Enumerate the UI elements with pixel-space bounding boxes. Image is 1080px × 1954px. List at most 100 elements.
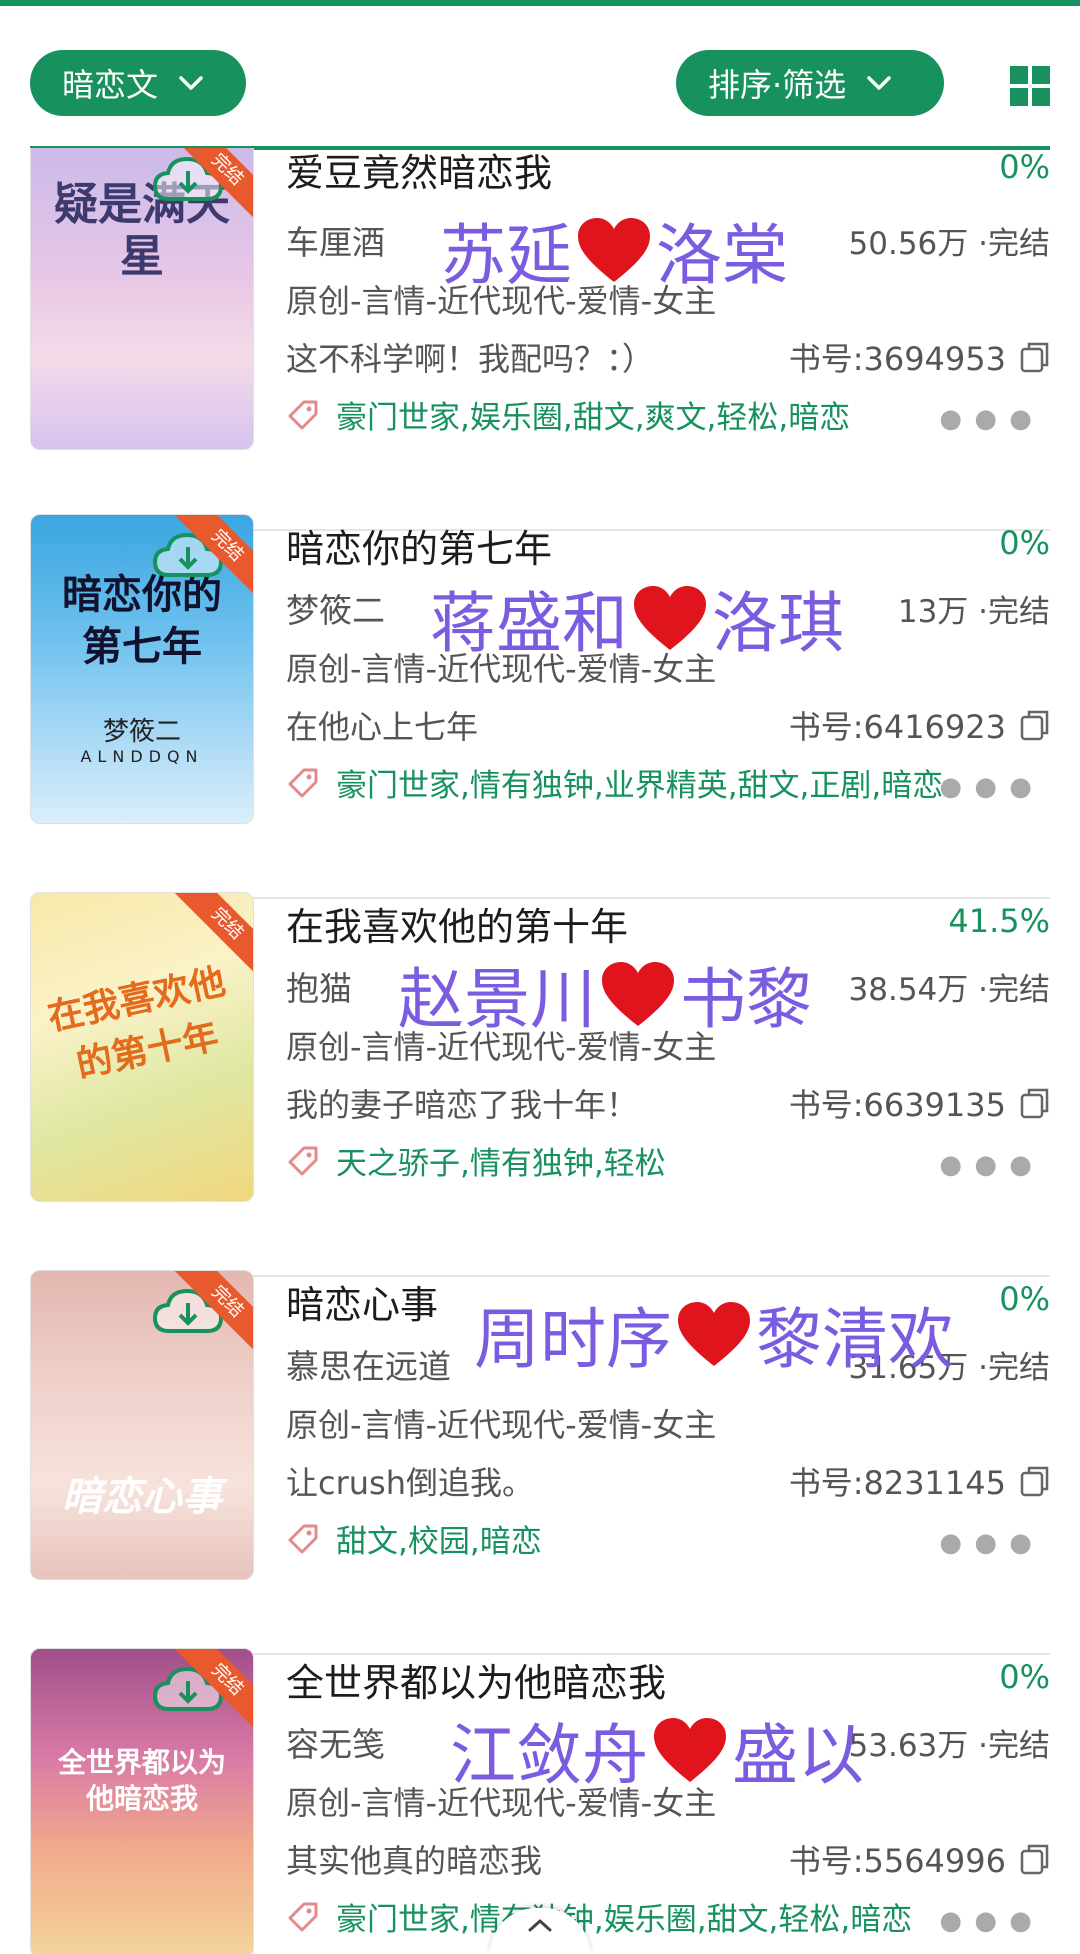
book-cover[interactable]: 暗恋心事 完结	[30, 1270, 254, 1580]
couple-overlay: 蒋盛和 洛琪	[430, 570, 844, 666]
heart-icon	[634, 586, 706, 650]
book-title[interactable]: 在我喜欢他的第十年	[286, 896, 628, 951]
book-intro: 我的妻子暗恋了我十年！	[286, 1086, 639, 1124]
copy-icon[interactable]	[1020, 1843, 1050, 1875]
overlay-name-left: 江敛舟	[450, 1717, 648, 1794]
tag-icon	[288, 1902, 318, 1931]
more-icon[interactable]: ● ● ●	[939, 1528, 1034, 1558]
book-author[interactable]: 容无笺	[286, 1718, 385, 1766]
cover-author: 梦筱二	[102, 717, 181, 747]
cover-title: 暗恋心事	[62, 1473, 222, 1520]
heart-icon	[578, 218, 650, 282]
book-number: 书号:6416923	[789, 702, 1050, 748]
book-title[interactable]: 暗恋心事	[286, 1274, 438, 1329]
book-tags: 豪门世家,情有独钟,娱乐圈,甜文,轻松,暗恋	[336, 1902, 913, 1938]
book-item[interactable]: 暗恋心事 完结 暗恋心事 0% 慕思在远道 31.65万 ·完结 原创-言情-近…	[0, 1270, 1080, 1655]
read-progress: 0%	[999, 524, 1050, 562]
book-cover[interactable]: 疑是满天星 完结	[30, 148, 254, 450]
read-progress: 41.5%	[948, 902, 1050, 940]
book-item[interactable]: 在我喜欢他的第十年 完结 在我喜欢他的第十年 41.5% 抱猫 38.54万 ·…	[0, 892, 1080, 1277]
more-icon[interactable]: ● ● ●	[939, 772, 1034, 802]
copy-icon[interactable]	[1020, 1465, 1050, 1497]
book-intro: 在他心上七年	[286, 708, 479, 746]
more-icon[interactable]: ● ● ●	[939, 404, 1034, 434]
book-intro: 这不科学啊！我配吗？：）	[286, 340, 655, 378]
book-intro: 其实他真的暗恋我	[286, 1842, 543, 1880]
cover-title: 暗恋你的第七年	[62, 571, 222, 670]
book-cover[interactable]: 暗恋你的第七年 梦筱二 ALNDDQN 完结	[30, 514, 254, 824]
book-number: 书号:6639135	[789, 1080, 1050, 1126]
tag-row: 甜文,校园,暗恋	[286, 1516, 1026, 1561]
book-tags: 甜文,校园,暗恋	[336, 1524, 542, 1560]
book-author[interactable]: 车厘酒	[286, 216, 385, 264]
book-author[interactable]: 梦筱二	[286, 584, 385, 632]
book-author[interactable]: 慕思在远道	[286, 1340, 451, 1388]
chevron-down-icon	[179, 76, 203, 90]
cover-title: 在我喜欢他的第十年	[44, 960, 229, 1086]
book-title[interactable]: 暗恋你的第七年	[286, 518, 552, 573]
book-number-text: 书号:6416923	[788, 708, 1006, 746]
book-cover[interactable]: 全世界都以为他暗恋我 完结	[30, 1648, 254, 1954]
heart-icon	[678, 1302, 750, 1366]
more-icon[interactable]: ● ● ●	[939, 1150, 1034, 1180]
copy-icon[interactable]	[1020, 341, 1050, 373]
tag-icon	[288, 1146, 318, 1175]
couple-overlay: 江敛舟 盛以	[450, 1702, 864, 1798]
chevron-up-icon	[528, 1919, 552, 1932]
category-dropdown[interactable]: 暗恋文	[30, 50, 246, 116]
overlay-name-right: 洛棠	[656, 217, 788, 294]
category-label: 暗恋文	[62, 66, 159, 104]
book-tags: 天之骄子,情有独钟,轻松	[336, 1146, 666, 1182]
tag-icon	[288, 1524, 318, 1553]
book-number-text: 书号:8231145	[788, 1464, 1006, 1502]
overlay-name-left: 赵景川	[398, 961, 596, 1038]
overlay-name-right: 盛以	[732, 1717, 864, 1794]
book-number: 书号:3694953	[789, 334, 1050, 380]
more-icon[interactable]: ● ● ●	[939, 1906, 1034, 1936]
book-item[interactable]: 暗恋你的第七年 梦筱二 ALNDDQN 完结 暗恋你的第七年 0% 梦筱二 13…	[0, 514, 1080, 899]
book-title[interactable]: 爱豆竟然暗恋我	[286, 148, 552, 197]
heart-icon	[654, 1718, 726, 1782]
book-cover[interactable]: 在我喜欢他的第十年 完结	[30, 892, 254, 1202]
book-tags: 豪门世家,娱乐圈,甜文,爽文,轻松,暗恋	[336, 400, 851, 436]
book-intro: 让crush倒追我。	[286, 1464, 534, 1502]
couple-overlay: 周时序 黎清欢	[474, 1286, 954, 1382]
book-stats: 38.54万 ·完结	[848, 972, 1050, 1008]
book-number-text: 书号:3694953	[788, 340, 1006, 378]
read-progress: 0%	[999, 1658, 1050, 1696]
couple-overlay: 苏延 洛棠	[440, 202, 788, 298]
book-category: 原创-言情-近代现代-爱情-女主	[286, 1406, 717, 1444]
book-number-text: 书号:6639135	[788, 1086, 1006, 1124]
overlay-name-right: 书黎	[680, 961, 812, 1038]
book-author[interactable]: 抱猫	[286, 962, 352, 1010]
cover-title: 全世界都以为他暗恋我	[57, 1746, 226, 1815]
book-stats: 13万 ·完结	[897, 594, 1050, 630]
tag-icon	[288, 400, 318, 429]
couple-overlay: 赵景川 书黎	[398, 946, 812, 1042]
overlay-name-left: 蒋盛和	[430, 585, 628, 662]
filter-header: 暗恋文 排序·筛选	[0, 6, 1080, 150]
book-title[interactable]: 全世界都以为他暗恋我	[286, 1652, 666, 1707]
cover-subtitle: ALNDDQN	[80, 747, 204, 766]
overlay-name-right: 洛琪	[712, 585, 844, 662]
book-number-text: 书号:5564996	[788, 1842, 1006, 1880]
tag-row: 豪门世家,娱乐圈,甜文,爽文,轻松,暗恋	[286, 392, 1026, 437]
book-list: 疑是满天星 完结 爱豆竟然暗恋我 0% 车厘酒 50.56万 ·完结 原创-言情…	[0, 148, 1080, 1954]
tag-row: 天之骄子,情有独钟,轻松	[286, 1138, 1026, 1183]
book-item[interactable]: 疑是满天星 完结 爱豆竟然暗恋我 0% 车厘酒 50.56万 ·完结 原创-言情…	[0, 148, 1080, 531]
overlay-name-left: 苏延	[440, 217, 572, 294]
sort-filter-label: 排序·筛选	[708, 66, 847, 104]
overlay-name-right: 黎清欢	[756, 1301, 954, 1378]
book-stats: 50.56万 ·完结	[848, 226, 1050, 262]
book-number: 书号:8231145	[789, 1458, 1050, 1504]
heart-icon	[602, 962, 674, 1026]
copy-icon[interactable]	[1020, 1087, 1050, 1119]
book-tags: 豪门世家,情有独钟,业界精英,甜文,正剧,暗恋	[336, 768, 944, 804]
sort-filter-dropdown[interactable]: 排序·筛选	[676, 50, 944, 116]
copy-icon[interactable]	[1020, 709, 1050, 741]
grid-view-icon[interactable]	[1010, 66, 1050, 106]
tag-row: 豪门世家,情有独钟,娱乐圈,甜文,轻松,暗恋	[286, 1894, 1026, 1939]
read-progress: 0%	[999, 148, 1050, 186]
book-stats: 53.63万 ·完结	[848, 1728, 1050, 1764]
chevron-down-icon	[867, 76, 891, 90]
